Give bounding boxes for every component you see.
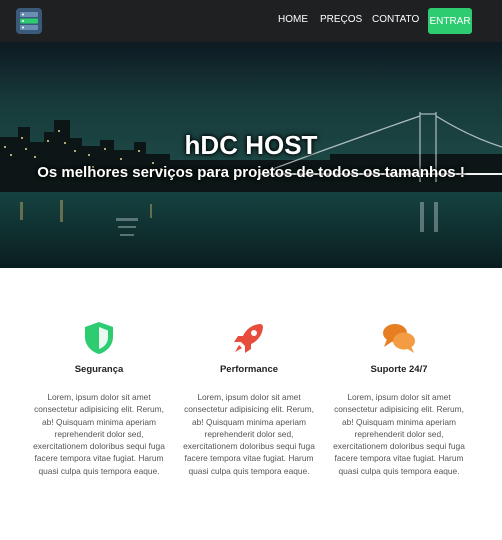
hero-banner: hDC HOST Os melhores serviços para proje… xyxy=(0,42,502,268)
nav-link-precos[interactable]: PREÇOS xyxy=(320,14,362,25)
rocket-icon xyxy=(234,324,263,353)
feature-card-suporte: Suporte 24/7 Lorem, ipsum dolor sit amet… xyxy=(331,320,467,477)
feature-description: Lorem, ipsum dolor sit amet consectetur … xyxy=(33,392,165,476)
hero-title: hDC HOST xyxy=(184,130,318,160)
feature-title: Segurança xyxy=(74,364,124,375)
shield-icon xyxy=(85,322,113,354)
entrar-button[interactable]: ENTRAR xyxy=(428,8,472,34)
feature-description: Lorem, ipsum dolor sit amet consectetur … xyxy=(333,392,465,476)
feature-title: Performance xyxy=(219,364,279,375)
feature-card-performance: Performance Lorem, ipsum dolor sit amet … xyxy=(181,320,317,477)
server-stack-icon[interactable] xyxy=(16,8,42,34)
nav-link-home[interactable]: HOME xyxy=(278,14,308,25)
nav-link-contato[interactable]: CONTATO xyxy=(372,14,419,25)
feature-description: Lorem, ipsum dolor sit amet consectetur … xyxy=(183,392,315,476)
hero-subtitle: Os melhores serviços para projetos de to… xyxy=(37,164,465,181)
feature-card-seguranca: Segurança Lorem, ipsum dolor sit amet co… xyxy=(31,320,167,477)
features-section: Segurança Lorem, ipsum dolor sit amet co… xyxy=(0,268,502,540)
feature-title: Suporte 24/7 xyxy=(370,364,428,375)
navbar: HOME PREÇOS CONTATO ENTRAR xyxy=(0,0,502,42)
chat-bubbles-icon xyxy=(383,324,415,353)
